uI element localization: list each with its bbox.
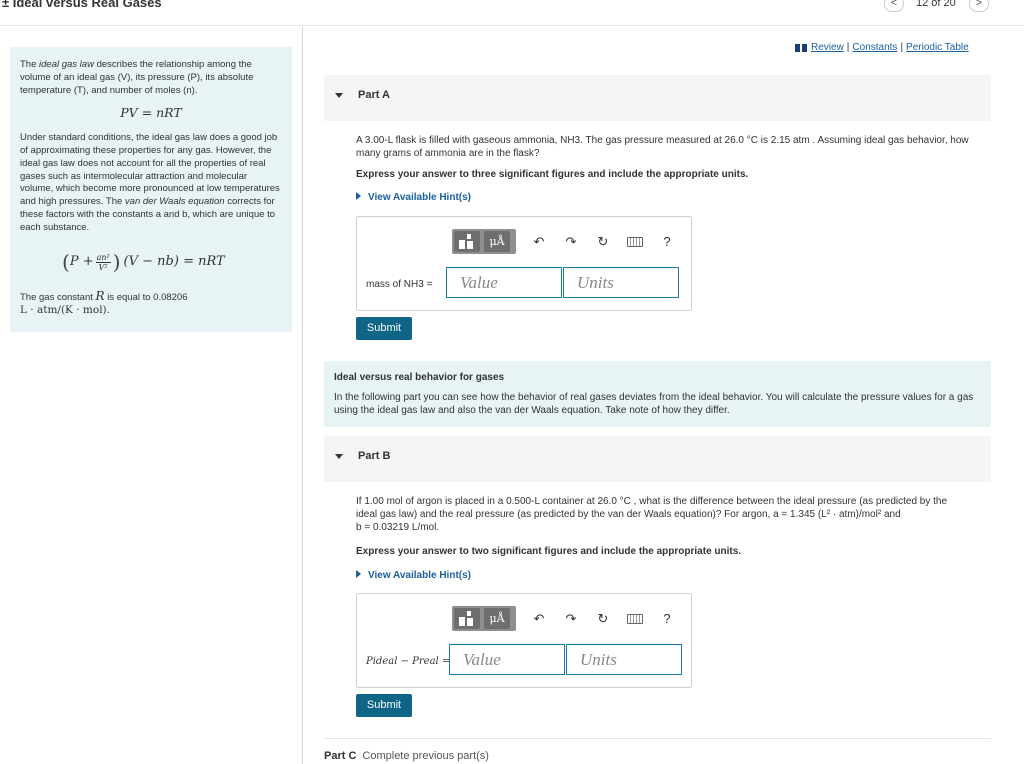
periodic-table-link[interactable]: Periodic Table	[906, 42, 969, 53]
templates-icon	[454, 231, 480, 252]
book-icon	[795, 43, 807, 52]
intro-paragraph-1: The ideal gas law describes the relation…	[20, 59, 254, 96]
templates-icon	[454, 608, 480, 629]
part-b-answer-label: Pideal − Preal =	[366, 656, 451, 667]
gas-constant-text: The gas constant R is equal to 0.08206 L…	[20, 288, 188, 317]
page-title: ± Ideal versus Real Gases	[2, 0, 162, 10]
expand-triangle-icon	[356, 570, 361, 578]
part-b-label: Part B	[358, 450, 391, 462]
undo-icon[interactable]: ↶	[530, 233, 548, 251]
van-der-waals-equation: ( P + an² V² ) (V − nb) = nRT	[62, 249, 225, 274]
part-a-question: A 3.00-L flask is filled with gaseous am…	[356, 135, 969, 159]
part-a-hint-toggle[interactable]: View Available Hint(s)	[356, 192, 471, 203]
template-button[interactable]: μÅ	[452, 606, 516, 631]
help-icon[interactable]: ?	[658, 610, 676, 628]
title-bar: ± Ideal versus Real Gases < 12 of 20 >	[0, 0, 1024, 26]
reset-icon[interactable]: ↻	[594, 610, 612, 628]
part-c-status: Complete previous part(s)	[362, 750, 489, 762]
part-a-answer-box: μÅ ↶ ↷ ↻ ? mass of NH3 = Value Units	[356, 216, 692, 311]
part-b-hint-toggle[interactable]: View Available Hint(s)	[356, 570, 471, 581]
part-b-units-input[interactable]: Units	[566, 644, 682, 675]
part-a-header[interactable]: Part A	[324, 75, 991, 121]
panel-divider	[302, 27, 303, 764]
part-a-units-input[interactable]: Units	[563, 267, 679, 298]
reset-icon[interactable]: ↻	[594, 233, 612, 251]
part-a-instruction: Express your answer to three significant…	[356, 169, 749, 180]
intro-panel: The ideal gas law describes the relation…	[10, 47, 292, 332]
units-symbol-button[interactable]: μÅ	[484, 231, 510, 252]
part-a-answer-label: mass of NH3 =	[366, 279, 433, 290]
previous-item-button[interactable]: <	[884, 0, 904, 12]
keyboard-icon[interactable]	[626, 233, 644, 251]
part-b-answer-box: μÅ ↶ ↷ ↻ ? Pideal − Preal = Value Units	[356, 593, 692, 688]
info-box: Ideal versus real behavior for gases In …	[324, 361, 991, 427]
keyboard-icon[interactable]	[626, 610, 644, 628]
part-a-value-input[interactable]: Value	[446, 267, 562, 298]
part-b-header[interactable]: Part B	[324, 436, 991, 482]
help-icon[interactable]: ?	[658, 233, 676, 251]
part-b-question: If 1.00 mol of argon is placed in a 0.50…	[356, 496, 948, 533]
ideal-gas-equation: PV = nRT	[120, 105, 182, 121]
part-c-label: Part C	[324, 750, 357, 762]
part-b-submit-button[interactable]: Submit	[356, 694, 412, 717]
math-toolbar: μÅ ↶ ↷ ↻ ?	[452, 606, 676, 631]
pager-count: 12 of 20	[916, 0, 956, 9]
constants-link[interactable]: Constants	[852, 42, 897, 53]
info-text: In the following part you can see how th…	[334, 392, 974, 416]
math-toolbar: μÅ ↶ ↷ ↻ ?	[452, 229, 676, 254]
info-title: Ideal versus real behavior for gases	[334, 372, 505, 383]
part-b-instruction: Express your answer to two significant f…	[356, 546, 742, 557]
part-a-submit-button[interactable]: Submit	[356, 317, 412, 340]
part-c-row: Part C Complete previous part(s)	[324, 738, 991, 764]
redo-icon[interactable]: ↷	[562, 610, 580, 628]
part-b-value-input[interactable]: Value	[449, 644, 565, 675]
units-symbol-button[interactable]: μÅ	[484, 608, 510, 629]
review-link[interactable]: Review	[811, 42, 844, 53]
part-a-label: Part A	[358, 89, 390, 101]
collapse-caret-icon[interactable]	[335, 454, 343, 459]
resource-links: Review | Constants | Periodic Table	[795, 42, 969, 53]
undo-icon[interactable]: ↶	[530, 610, 548, 628]
expand-triangle-icon	[356, 192, 361, 200]
template-button[interactable]: μÅ	[452, 229, 516, 254]
intro-paragraph-2: Under standard conditions, the ideal gas…	[20, 132, 280, 233]
collapse-caret-icon[interactable]	[335, 93, 343, 98]
next-item-button[interactable]: >	[969, 0, 989, 12]
redo-icon[interactable]: ↷	[562, 233, 580, 251]
